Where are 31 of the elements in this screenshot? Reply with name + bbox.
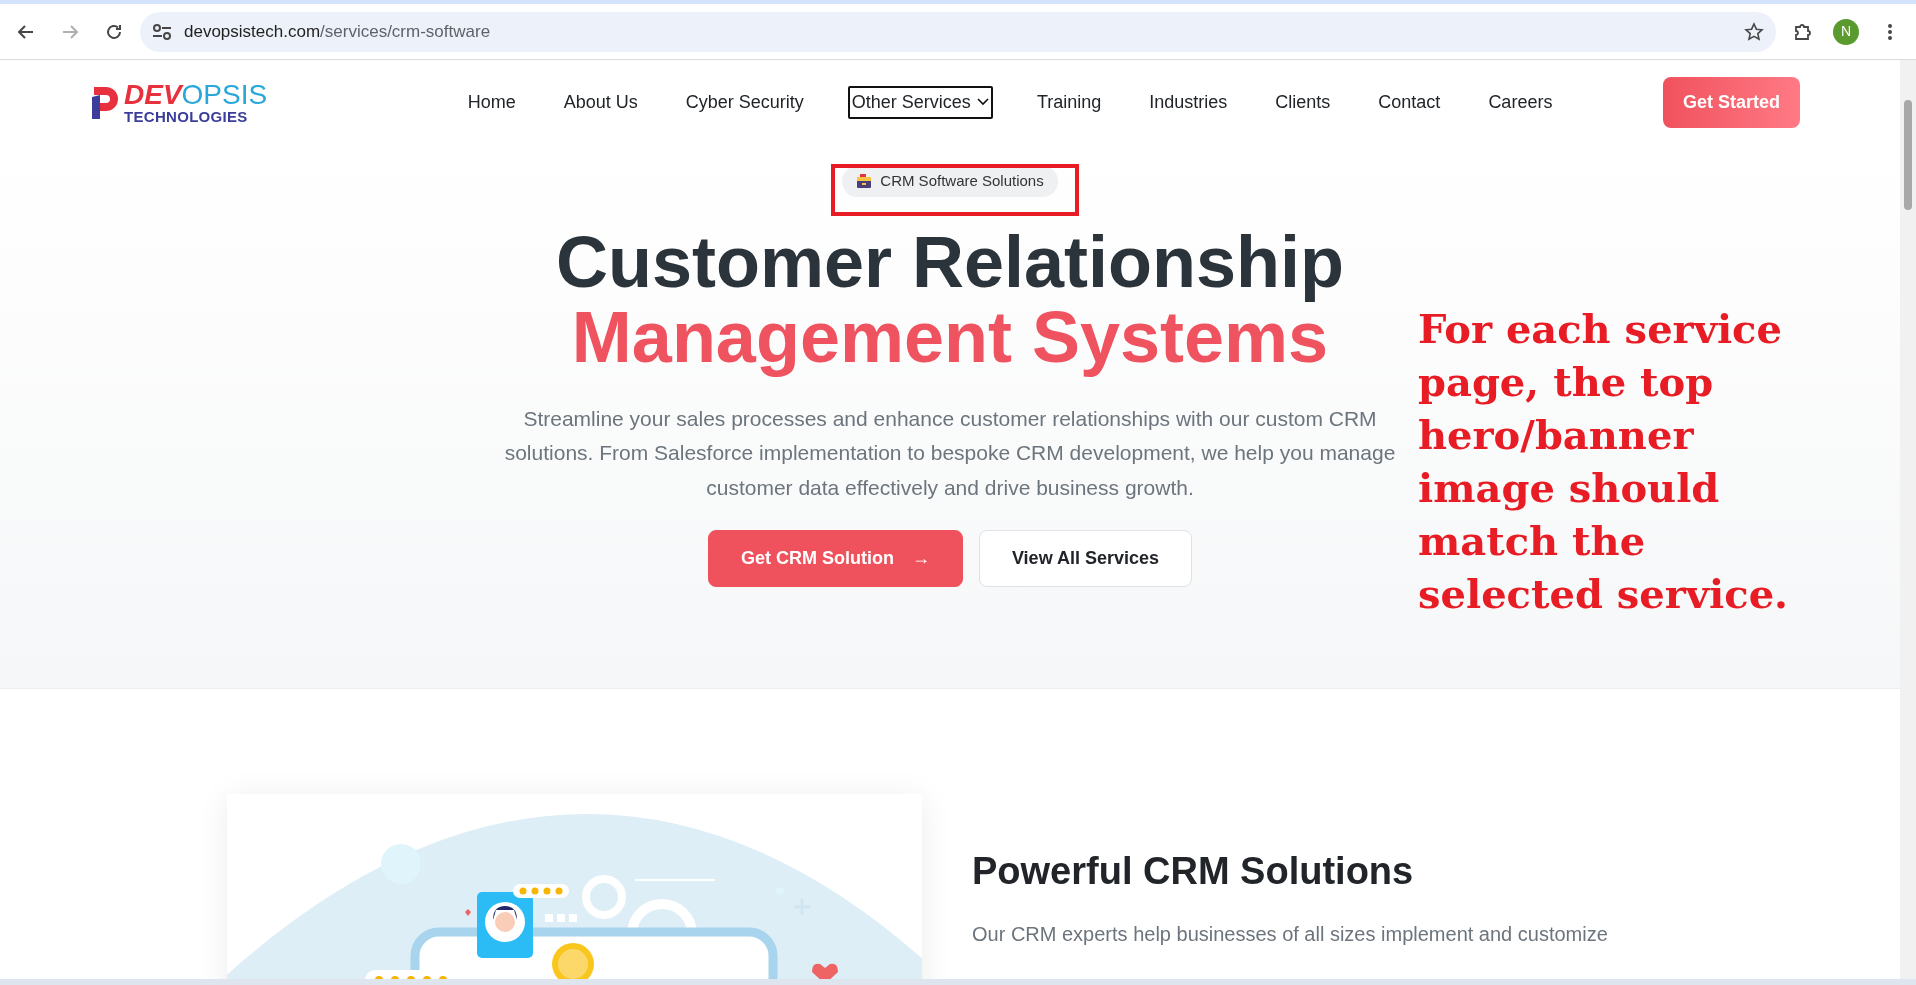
- menu-dots-icon: [1887, 22, 1893, 41]
- scrollbar[interactable]: [1900, 60, 1916, 980]
- hero-badge: CRM Software Solutions: [842, 166, 1058, 197]
- section-text: Our CRM experts help businesses of all sizes implement and customize: [972, 921, 1608, 947]
- annotation-text: For each service page, the top hero/banner image should match the selected service.: [1418, 304, 1788, 619]
- site-settings-icon: [152, 22, 172, 41]
- nav-link[interactable]: Industries: [1145, 85, 1232, 119]
- logo-text: DEV: [124, 80, 182, 109]
- logo-subtext: TECHNOLOGIES: [124, 108, 249, 124]
- nav-link[interactable]: Home: [463, 85, 520, 119]
- url-text: devopsistech.com/services/crm-software: [184, 20, 491, 43]
- nav-link[interactable]: Careers: [1484, 85, 1557, 119]
- nav-link[interactable]: Cyber Security: [681, 85, 808, 119]
- nav-link[interactable]: Training: [1032, 85, 1106, 119]
- nav-link[interactable]: About Us: [559, 85, 642, 119]
- puzzle-icon: [1792, 21, 1812, 42]
- logo[interactable]: DEVOPSIS TECHNOLOGIES: [90, 80, 268, 124]
- view-services-button[interactable]: View All Services: [978, 529, 1193, 587]
- nav-link[interactable]: Clients: [1271, 85, 1335, 119]
- forward-arrow-icon: [61, 22, 79, 41]
- star-icon[interactable]: [1744, 21, 1764, 42]
- nav-link[interactable]: Contact: [1374, 85, 1445, 119]
- nav-dropdown[interactable]: Other Services: [847, 85, 993, 119]
- hero-description: Streamline your sales processes and enhance customer relationships with our custom CRM solutions. From Salesforce implementation to bespoke CRM development, we help you manage customer data effectively and drive business growth.: [503, 405, 1397, 501]
- reload-icon: [105, 22, 123, 41]
- file-cabinet-icon: [856, 173, 873, 190]
- back-arrow-icon: [17, 22, 35, 41]
- hero-title: Customer Relationship: [555, 224, 1345, 301]
- chevron-down-icon: [976, 98, 989, 106]
- address-bar[interactable]: devopsistech.com/services/crm-software: [140, 11, 1776, 52]
- section-heading: Powerful CRM Solutions: [972, 849, 1415, 894]
